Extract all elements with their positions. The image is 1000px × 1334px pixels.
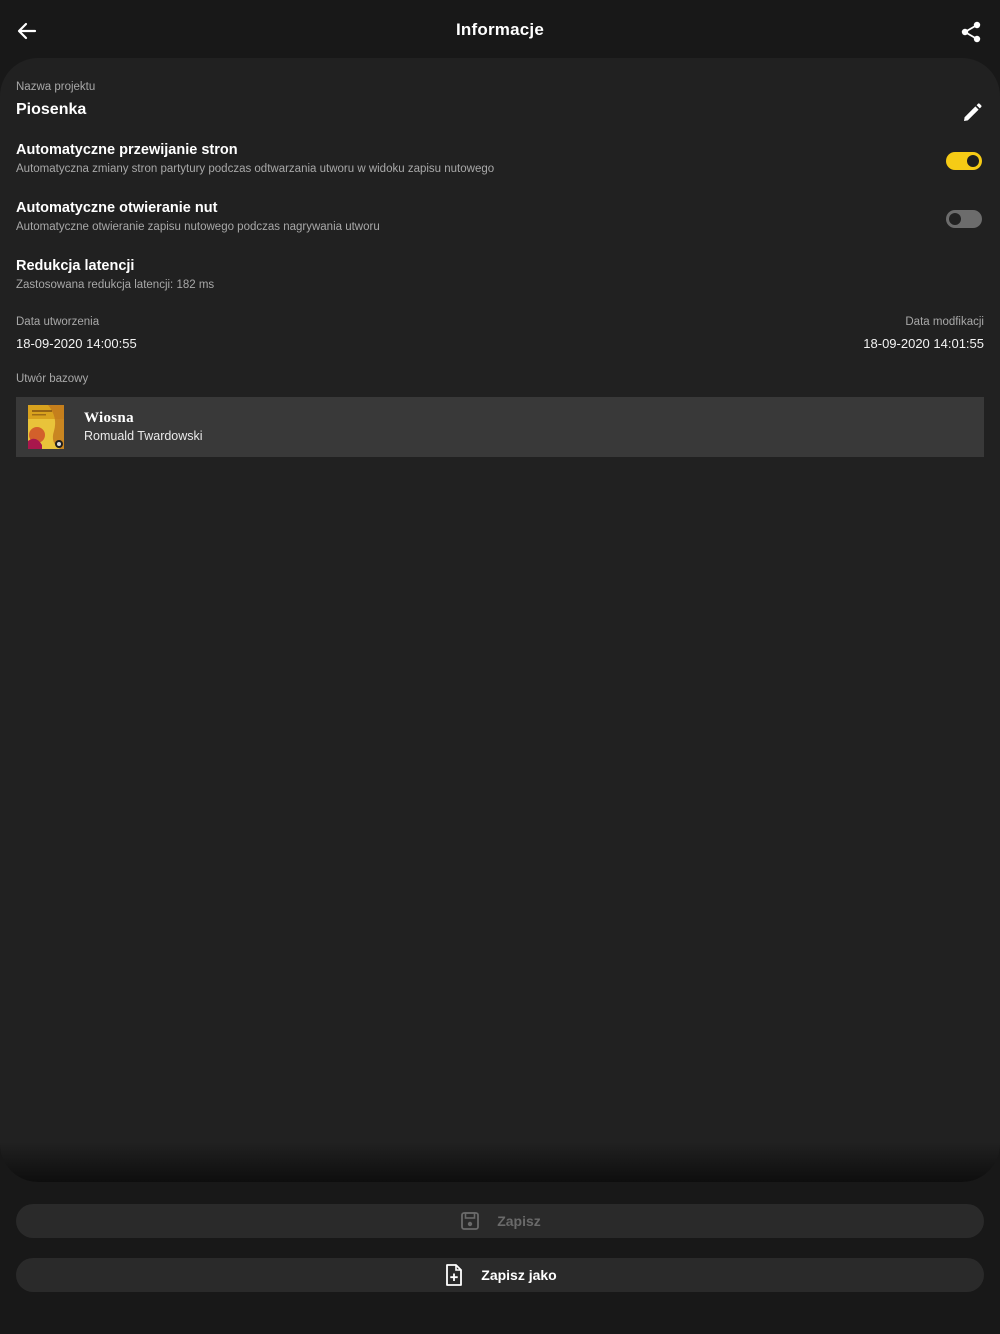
setting-description: Zastosowana redukcja latencji: 182 ms: [16, 279, 215, 291]
project-name: Piosenka: [16, 101, 87, 118]
file-plus-icon: [443, 1264, 465, 1286]
save-as-button[interactable]: Zapisz jako: [16, 1258, 984, 1292]
save-button[interactable]: Zapisz: [16, 1204, 984, 1238]
modified-label: Data modfikacji: [905, 316, 984, 328]
base-track-item[interactable]: Wiosna Romuald Twardowski: [16, 397, 984, 457]
modified-date: Data modfikacji 18-09-2020 14:01:55: [863, 316, 984, 351]
toggle-knob: [967, 155, 979, 167]
auto-scroll-toggle[interactable]: [946, 152, 982, 170]
created-label: Data utworzenia: [16, 316, 100, 328]
base-track-label: Utwór bazowy: [16, 373, 89, 385]
setting-latency-reduction[interactable]: Redukcja latencji Zastosowana redukcja l…: [16, 258, 984, 291]
song-title: Wiosna: [84, 410, 134, 426]
setting-auto-open-notes: Automatyczne otwieranie nut Automatyczne…: [16, 200, 984, 233]
share-icon: [961, 21, 981, 43]
setting-description: Automatyczne otwieranie zapisu nutowego …: [16, 221, 380, 233]
album-cover: [28, 405, 64, 449]
info-card: Nazwa projektu Piosenka Automatyczne prz…: [0, 58, 1000, 1182]
top-bar: Informacje: [0, 0, 1000, 62]
save-as-label: Zapisz jako: [481, 1267, 557, 1283]
setting-description: Automatyczna zmiany stron partytury podc…: [16, 163, 495, 175]
setting-auto-scroll: Automatyczne przewijanie stron Automatyc…: [16, 142, 984, 175]
created-date: Data utworzenia 18-09-2020 14:00:55: [16, 316, 137, 351]
edit-name-button[interactable]: [958, 99, 986, 127]
dates-section: Data utworzenia 18-09-2020 14:00:55 Data…: [16, 316, 984, 356]
modified-value: 18-09-2020 14:01:55: [863, 336, 984, 351]
setting-title: Redukcja latencji: [16, 258, 135, 274]
created-value: 18-09-2020 14:00:55: [16, 336, 137, 351]
project-name-label: Nazwa projektu: [16, 81, 96, 93]
setting-title: Automatyczne przewijanie stron: [16, 142, 238, 158]
pencil-icon: [964, 103, 982, 121]
save-icon: [459, 1210, 481, 1232]
auto-open-notes-toggle[interactable]: [946, 210, 982, 228]
setting-title: Automatyczne otwieranie nut: [16, 200, 218, 216]
save-label: Zapisz: [497, 1213, 541, 1229]
toggle-knob: [949, 213, 961, 225]
share-button[interactable]: [956, 17, 986, 47]
page-title: Informacje: [456, 20, 544, 39]
song-artist: Romuald Twardowski: [84, 429, 203, 443]
